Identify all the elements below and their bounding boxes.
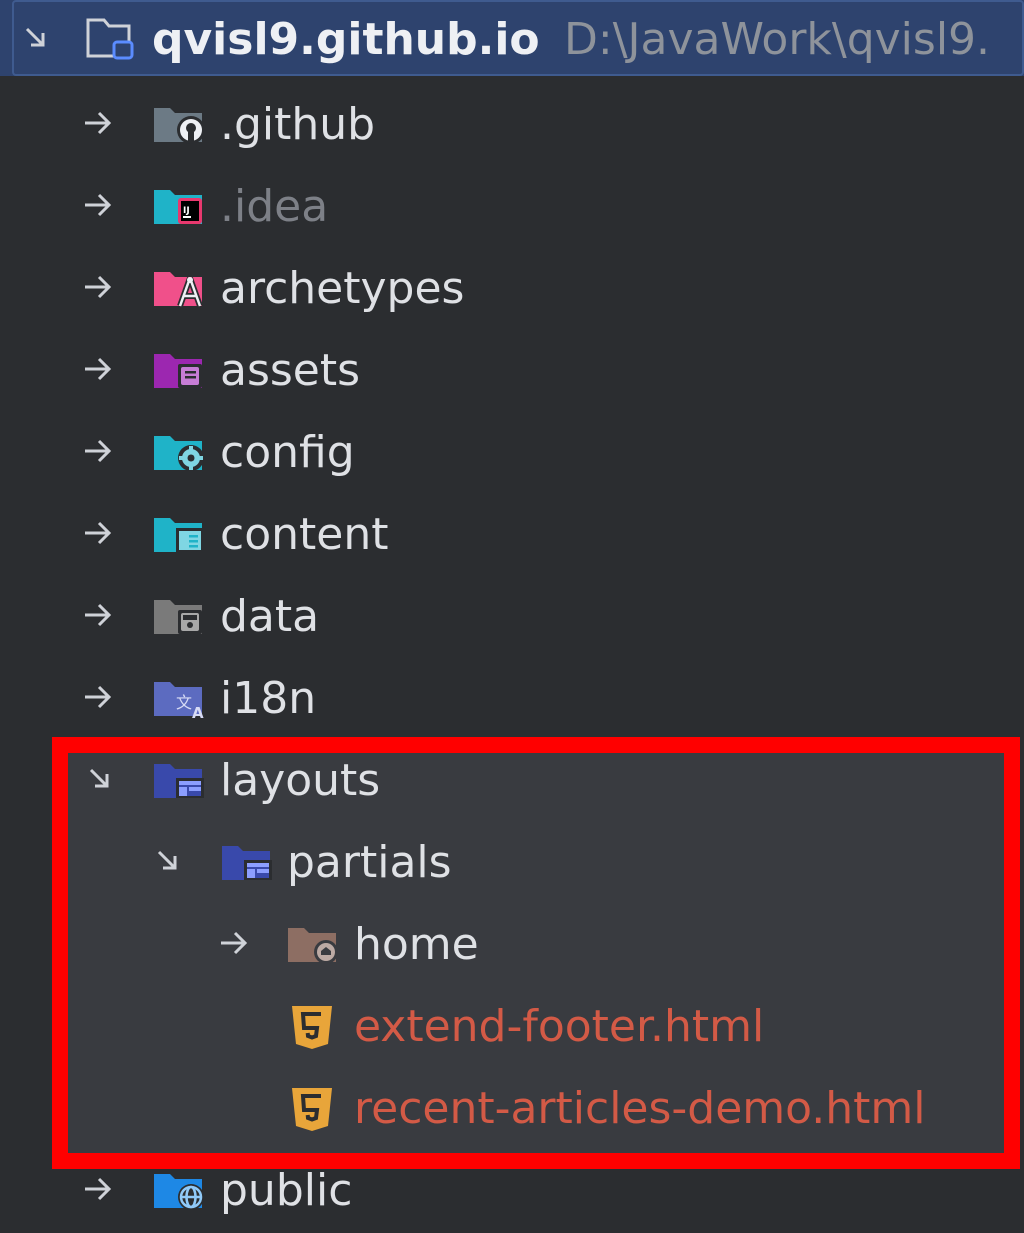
idea-folder-icon: IJ bbox=[154, 186, 202, 226]
tree-item-archetypes[interactable]: archetypes bbox=[0, 246, 1024, 328]
collapse-arrow-icon[interactable] bbox=[78, 349, 118, 389]
collapse-arrow-icon[interactable] bbox=[78, 595, 118, 635]
tree-item-label: .idea bbox=[220, 181, 329, 232]
tree-item-content[interactable]: content bbox=[0, 492, 1024, 574]
tree-item-data[interactable]: data bbox=[0, 574, 1024, 656]
i18n-folder-icon: 文 A bbox=[154, 678, 204, 722]
assets-folder-icon bbox=[154, 350, 202, 390]
tree-item-i18n[interactable]: 文 A i18n bbox=[0, 656, 1024, 738]
collapse-arrow-icon[interactable] bbox=[78, 513, 118, 553]
content-folder-icon bbox=[154, 514, 204, 554]
collapse-arrow-icon[interactable] bbox=[78, 1169, 118, 1209]
data-folder-icon bbox=[154, 596, 202, 636]
tree-item-assets[interactable]: assets bbox=[0, 328, 1024, 410]
project-name: qvisl9.github.io bbox=[152, 14, 540, 65]
github-folder-icon bbox=[154, 104, 205, 144]
collapse-arrow-icon[interactable] bbox=[78, 267, 118, 307]
archetypes-folder-icon bbox=[154, 268, 203, 308]
tree-item-label: public bbox=[220, 1165, 353, 1216]
svg-text:IJ: IJ bbox=[183, 206, 190, 216]
tree-item-github[interactable]: .github bbox=[0, 82, 1024, 164]
expand-arrow-icon[interactable] bbox=[16, 18, 56, 58]
project-tree: qvisl9.github.io D:\JavaWork\qvisl9. .gi… bbox=[0, 0, 1024, 1233]
svg-text:文: 文 bbox=[176, 693, 192, 712]
tree-item-label: i18n bbox=[220, 673, 317, 724]
tree-item-label: config bbox=[220, 427, 355, 478]
tree-item-label: .github bbox=[220, 99, 376, 150]
public-folder-icon bbox=[154, 1170, 204, 1210]
collapse-arrow-icon[interactable] bbox=[78, 431, 118, 471]
config-folder-icon bbox=[154, 432, 204, 472]
tree-item-label: content bbox=[220, 509, 389, 560]
svg-text:A: A bbox=[192, 704, 204, 718]
collapse-arrow-icon[interactable] bbox=[78, 677, 118, 717]
project-path: D:\JavaWork\qvisl9. bbox=[564, 14, 991, 65]
tree-item-config[interactable]: config bbox=[0, 410, 1024, 492]
red-highlight-box bbox=[52, 737, 1020, 1169]
tree-item-label: assets bbox=[220, 345, 361, 396]
tree-item-label: archetypes bbox=[220, 263, 465, 314]
tree-item-idea[interactable]: IJ .idea bbox=[0, 164, 1024, 246]
tree-root-row[interactable]: qvisl9.github.io D:\JavaWork\qvisl9. bbox=[0, 0, 1024, 76]
tree-item-label: data bbox=[220, 591, 320, 642]
collapse-arrow-icon[interactable] bbox=[78, 103, 118, 143]
project-folder-icon bbox=[84, 16, 134, 60]
collapse-arrow-icon[interactable] bbox=[78, 185, 118, 225]
